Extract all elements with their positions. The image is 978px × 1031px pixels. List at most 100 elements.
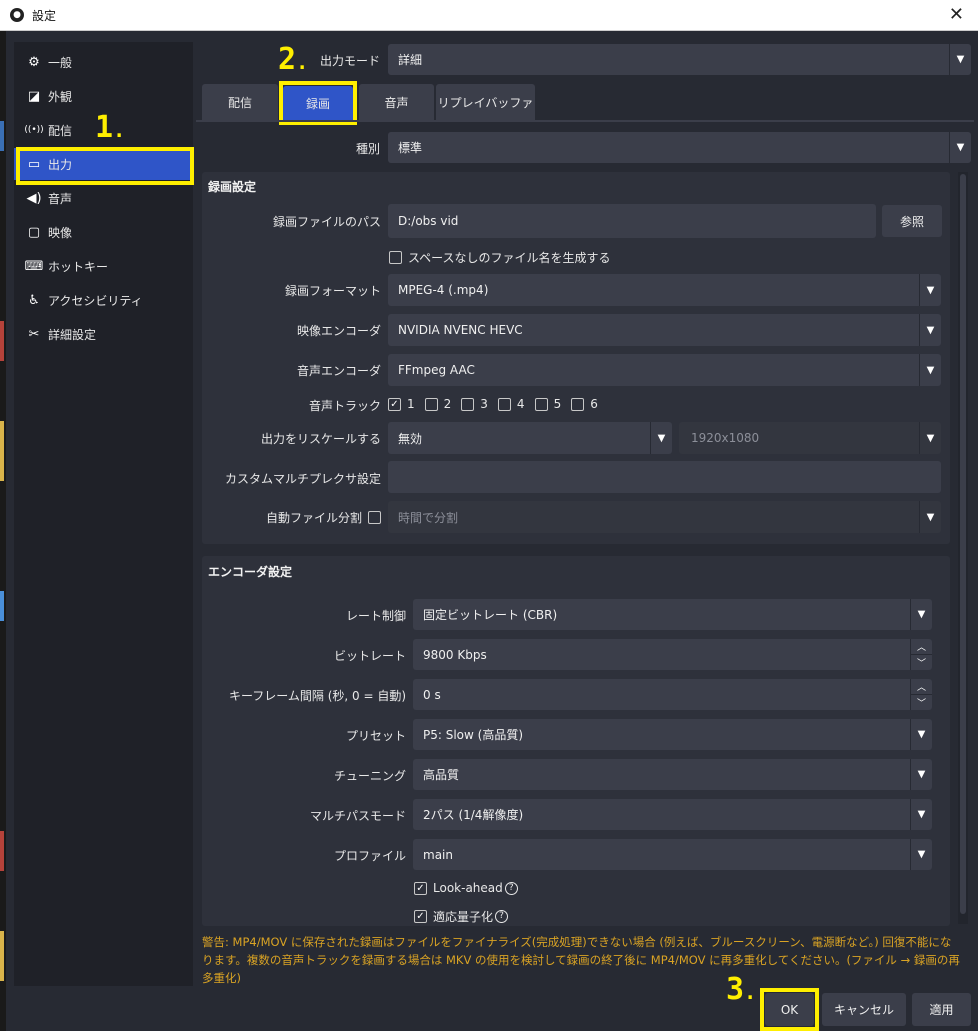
apply-button[interactable]: 適用 — [912, 993, 971, 1026]
adaptive-quant-row[interactable]: ✓ 適応量子化 ? — [414, 908, 509, 925]
track-label: 2 — [443, 397, 452, 411]
track-2-checkbox[interactable] — [424, 397, 438, 411]
chevron-down-icon: ▼ — [919, 314, 941, 346]
settings-sidebar: ⚙ 一般 ◪ 外観 ((•)) 配信 ▭ 出力 ◀) 音声 ▢ 映像 ⌨ ホット… — [14, 42, 193, 986]
sidebar-item-video[interactable]: ▢ 映像 — [14, 216, 193, 248]
audio-encoder-label: 音声エンコーダ — [296, 364, 381, 378]
sidebar-item-hotkeys[interactable]: ⌨ ホットキー — [14, 250, 193, 282]
audio-tracks-label: 音声トラック — [308, 399, 381, 413]
chevron-down-icon: ▼ — [949, 44, 971, 75]
nospace-checkbox[interactable] — [389, 251, 402, 264]
tab-recording[interactable]: 録画 — [283, 86, 353, 120]
chevron-up-icon[interactable]: ︿ — [911, 639, 932, 655]
sidebar-item-general[interactable]: ⚙ 一般 — [14, 46, 193, 78]
multipass-value: 2パス (1/4解像度) — [423, 808, 524, 822]
recording-path-label: 録画ファイルのパス — [272, 215, 381, 229]
keyframe-interval-spinbox[interactable]: 0 s ︿ ﹀ — [413, 679, 932, 710]
browse-button[interactable]: 参照 — [882, 205, 942, 237]
lookahead-row[interactable]: ✓ Look-ahead ? — [414, 881, 518, 895]
tab-stream[interactable]: 配信 — [202, 84, 278, 120]
rescale-select[interactable]: 無効 ▼ — [388, 422, 672, 454]
chevron-down-icon: ▼ — [919, 501, 941, 533]
recording-path-input[interactable]: D:/obs vid — [388, 204, 876, 238]
auto-split-checkbox[interactable] — [368, 511, 381, 524]
cancel-button[interactable]: キャンセル — [822, 993, 906, 1026]
chevron-down-icon: ▼ — [919, 274, 941, 306]
track-5-checkbox[interactable] — [534, 397, 548, 411]
sidebar-item-advanced[interactable]: ✂ 詳細設定 — [14, 318, 193, 350]
speaker-icon: ◀) — [26, 190, 42, 206]
sidebar-item-label: 音声 — [48, 191, 73, 206]
sidebar-item-accessibility[interactable]: ♿ アクセシビリティ — [14, 284, 193, 316]
track-6-checkbox[interactable] — [571, 397, 585, 411]
tuning-select[interactable]: 高品質 ▼ — [413, 759, 932, 790]
tab-label: リプレイバッファ — [437, 95, 534, 110]
nospace-checkbox-row[interactable]: スペースなしのファイル名を生成する — [389, 249, 611, 266]
rate-control-label: レート制御 — [345, 609, 406, 623]
profile-select[interactable]: main ▼ — [413, 839, 932, 870]
auto-split-value: 時間で分割 — [398, 510, 459, 525]
obs-logo-icon: ● — [10, 8, 24, 22]
close-icon[interactable]: ✕ — [949, 4, 964, 25]
type-value: 標準 — [398, 141, 423, 155]
track-label: 6 — [590, 397, 598, 411]
video-encoder-select[interactable]: NVIDIA NVENC HEVC ▼ — [388, 314, 941, 346]
auto-split-select[interactable]: 時間で分割 ▼ — [388, 501, 941, 533]
accessibility-icon: ♿ — [28, 292, 40, 308]
preset-select[interactable]: P5: Slow (高品質) ▼ — [413, 719, 932, 750]
output-mode-label: 出力モード — [319, 54, 380, 68]
rescale-resolution-select[interactable]: 1920x1080 ▼ — [679, 422, 941, 454]
tab-label: 音声 — [384, 95, 409, 110]
sidebar-item-label: 外観 — [48, 89, 73, 104]
tuning-label: チューニング — [333, 769, 406, 783]
muxer-settings-input[interactable] — [388, 461, 941, 493]
broadcast-icon: ((•)) — [24, 125, 44, 135]
chevron-down-icon: ▼ — [910, 799, 932, 830]
audio-encoder-select[interactable]: FFmpeg AAC ▼ — [388, 354, 941, 386]
sidebar-item-output[interactable]: ▭ 出力 — [14, 148, 193, 180]
chevron-up-icon[interactable]: ︿ — [911, 679, 932, 695]
chevron-down-icon[interactable]: ﹀ — [911, 655, 932, 671]
keyframe-stepper[interactable]: ︿ ﹀ — [910, 679, 932, 710]
track-1-checkbox[interactable]: ✓ — [388, 397, 401, 411]
chevron-down-icon: ▼ — [949, 132, 971, 163]
sidebar-item-audio[interactable]: ◀) 音声 — [14, 182, 193, 214]
chevron-down-icon: ▼ — [919, 422, 941, 454]
multipass-select[interactable]: 2パス (1/4解像度) ▼ — [413, 799, 932, 830]
rescale-value: 無効 — [398, 431, 423, 446]
help-icon[interactable]: ? — [504, 881, 518, 895]
recording-format-select[interactable]: MPEG-4 (.mp4) ▼ — [388, 274, 941, 306]
help-icon[interactable]: ? — [495, 910, 509, 923]
recording-format-value: MPEG-4 (.mp4) — [398, 283, 489, 297]
track-3-checkbox[interactable] — [461, 397, 475, 411]
sidebar-item-label: 一般 — [48, 55, 73, 70]
bitrate-spinbox[interactable]: 9800 Kbps ︿ ﹀ — [413, 639, 932, 670]
encoder-settings-title: エンコーダ設定 — [208, 565, 293, 579]
sidebar-item-appearance[interactable]: ◪ 外観 — [14, 80, 193, 112]
type-select[interactable]: 標準 ▼ — [388, 132, 971, 163]
scrollbar-thumb[interactable] — [960, 174, 966, 914]
auto-split-label: 自動ファイル分割 — [265, 511, 362, 525]
rate-control-select[interactable]: 固定ビットレート (CBR) ▼ — [413, 599, 932, 630]
preset-value: P5: Slow (高品質) — [423, 728, 524, 742]
track-label: 3 — [480, 397, 488, 411]
adaptive-quant-checkbox[interactable]: ✓ — [414, 910, 427, 923]
sidebar-item-label: 詳細設定 — [48, 327, 97, 342]
video-encoder-label: 映像エンコーダ — [296, 324, 381, 338]
ok-button[interactable]: OK — [765, 993, 814, 1026]
settings-scrollbar[interactable] — [958, 172, 968, 924]
recording-settings-title: 録画設定 — [208, 180, 257, 194]
track-4-checkbox[interactable] — [497, 397, 511, 411]
output-mode-value: 詳細 — [398, 53, 423, 67]
bitrate-stepper[interactable]: ︿ ﹀ — [910, 639, 932, 670]
chevron-down-icon: ▼ — [919, 354, 941, 386]
chevron-down-icon[interactable]: ﹀ — [911, 695, 932, 711]
lookahead-checkbox[interactable]: ✓ — [414, 881, 427, 895]
nospace-label: スペースなしのファイル名を生成する — [408, 251, 611, 265]
tab-replay-buffer[interactable]: リプレイバッファ — [436, 84, 535, 120]
sidebar-item-label: 配信 — [48, 123, 73, 138]
tab-audio[interactable]: 音声 — [359, 84, 434, 120]
keyframe-interval-label: キーフレーム間隔 (秒, 0 = 自動) — [228, 689, 406, 703]
video-encoder-value: NVIDIA NVENC HEVC — [398, 323, 523, 337]
output-mode-select[interactable]: 詳細 ▼ — [388, 44, 971, 75]
